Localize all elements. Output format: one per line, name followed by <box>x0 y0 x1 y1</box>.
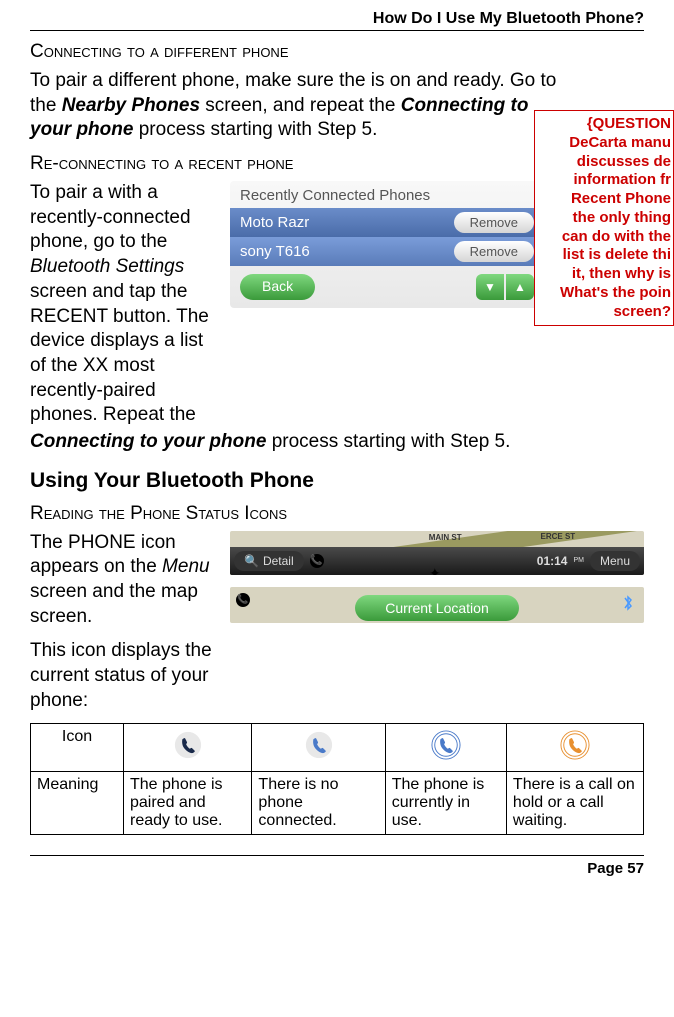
phone-status-icon[interactable]: 📞 <box>310 554 324 568</box>
icon-cell <box>124 724 252 772</box>
phone-name-label: Moto Razr <box>240 214 454 231</box>
section-heading-using-bluetooth: Using Your Bluetooth Phone <box>30 469 644 493</box>
phone-disconnected-icon <box>304 730 334 760</box>
phone-name-label: sony T616 <box>240 243 454 260</box>
meaning-cell: There is a call on hold or a call waitin… <box>506 772 643 835</box>
phone-inuse-icon <box>431 730 461 760</box>
table-row: Icon <box>31 724 644 772</box>
phone-hold-icon <box>560 730 590 760</box>
callout-line: {QUESTION <box>541 115 671 134</box>
text-segment: This icon displays the current status of… <box>30 639 220 713</box>
time-value: 01:14 <box>537 554 568 568</box>
phone-status-icon-table: Icon Meaning The phone is paired and rea… <box>30 723 644 835</box>
callout-line: discusses de <box>541 153 671 172</box>
callout-line: screen? <box>541 303 671 322</box>
meaning-cell: There is no phone connected. <box>252 772 385 835</box>
recent-phone-row[interactable]: Moto Razr Remove <box>230 208 544 237</box>
phone-paired-icon <box>173 730 203 760</box>
map-screenshots-column: MAIN ST ERCE ST 🔍 Detail 📞 ✦ 01:14 PM Men… <box>230 531 644 714</box>
magnify-icon: 🔍 <box>244 554 259 568</box>
back-button[interactable]: Back <box>240 274 315 300</box>
table-row: Meaning The phone is paired and ready to… <box>31 772 644 835</box>
text-emphasis: Nearby Phones <box>62 95 200 116</box>
callout-line: can do with the <box>541 228 671 247</box>
recent-phones-title: Recently Connected Phones <box>230 185 544 208</box>
section2-text-column: To pair a with a recently-connected phon… <box>30 181 220 428</box>
table-header-meaning: Meaning <box>31 772 124 835</box>
recent-phones-ui: Recently Connected Phones Moto Razr Remo… <box>230 181 544 308</box>
detail-button[interactable]: 🔍 Detail <box>234 551 304 571</box>
callout-line: What's the poin <box>541 284 671 303</box>
text-segment: To pair a with a recently-connected phon… <box>30 182 191 252</box>
header-title: How Do I Use My Bluetooth Phone? <box>373 10 644 27</box>
callout-line: the only thing <box>541 209 671 228</box>
icon-cell <box>252 724 385 772</box>
section4-content: The PHONE icon appears on the Menu scree… <box>30 531 644 714</box>
section2-body-continued: Connecting to your phone process startin… <box>30 430 644 455</box>
section-heading-reading-icons: Reading the Phone Status Icons <box>30 503 644 525</box>
text-segment: process starting with Step 5. <box>133 119 377 140</box>
map-screenshot-bottom: 📞 Current Location <box>230 587 644 623</box>
meaning-cell: The phone is currently in use. <box>385 772 506 835</box>
phone-status-icon[interactable]: 📞 <box>236 593 250 607</box>
text-segment: screen and the map screen. <box>30 581 198 627</box>
bluetooth-icon <box>622 595 634 614</box>
time-display: 01:14 PM Menu <box>537 551 640 571</box>
icon-cell <box>385 724 506 772</box>
section-heading-connecting-different: Connecting to a different phone <box>30 41 644 63</box>
menu-button[interactable]: Menu <box>590 551 640 571</box>
street-label: ERCE ST <box>541 532 576 541</box>
map-toolbar: 🔍 Detail 📞 ✦ 01:14 PM Menu <box>230 547 644 575</box>
recent-phone-row[interactable]: sony T616 Remove <box>230 237 544 266</box>
arrow-up-icon[interactable]: ▲ <box>506 274 534 300</box>
detail-label: Detail <box>263 554 294 568</box>
time-suffix: PM <box>573 557 584 564</box>
map-screenshot-top: MAIN ST ERCE ST 🔍 Detail 📞 ✦ 01:14 PM Men… <box>230 531 644 575</box>
page-header: How Do I Use My Bluetooth Phone? <box>30 10 644 31</box>
text-bold: RECENT <box>30 306 108 327</box>
callout-line: DeCarta manu <box>541 134 671 153</box>
text-emphasis: Connecting to your phone <box>30 431 266 452</box>
document-page: How Do I Use My Bluetooth Phone? {QUESTI… <box>0 0 674 897</box>
text-segment: process starting with Step 5. <box>266 431 510 452</box>
text-emphasis: Menu <box>162 556 210 577</box>
callout-line: list is delete thi <box>541 246 671 265</box>
callout-line: it, then why is <box>541 265 671 284</box>
text-segment: screen, and repeat the <box>200 95 401 116</box>
page-footer: Page 57 <box>30 855 644 877</box>
text-segment: screen and tap the <box>30 281 187 302</box>
scroll-arrows: ▼ ▲ <box>476 274 534 300</box>
callout-line: information fr <box>541 171 671 190</box>
remove-button[interactable]: Remove <box>454 212 534 233</box>
text-bold: PHONE <box>68 532 136 553</box>
table-header-icon: Icon <box>31 724 124 772</box>
question-callout: {QUESTION DeCarta manu discusses de info… <box>534 110 674 326</box>
current-location-button[interactable]: Current Location <box>355 595 519 621</box>
meaning-cell: The phone is paired and ready to use. <box>124 772 252 835</box>
callout-line: Recent Phone <box>541 190 671 209</box>
recent-footer: Back ▼ ▲ <box>230 266 544 308</box>
section4-text-column: The PHONE icon appears on the Menu scree… <box>30 531 220 714</box>
page-number: Page 57 <box>587 860 644 877</box>
text-emphasis: Bluetooth Settings <box>30 256 184 277</box>
text-segment: The <box>30 532 68 553</box>
street-label: MAIN ST <box>429 533 462 542</box>
remove-button[interactable]: Remove <box>454 241 534 262</box>
arrow-down-icon[interactable]: ▼ <box>476 274 504 300</box>
star-icon: ✦ <box>429 565 445 575</box>
icon-cell <box>506 724 643 772</box>
